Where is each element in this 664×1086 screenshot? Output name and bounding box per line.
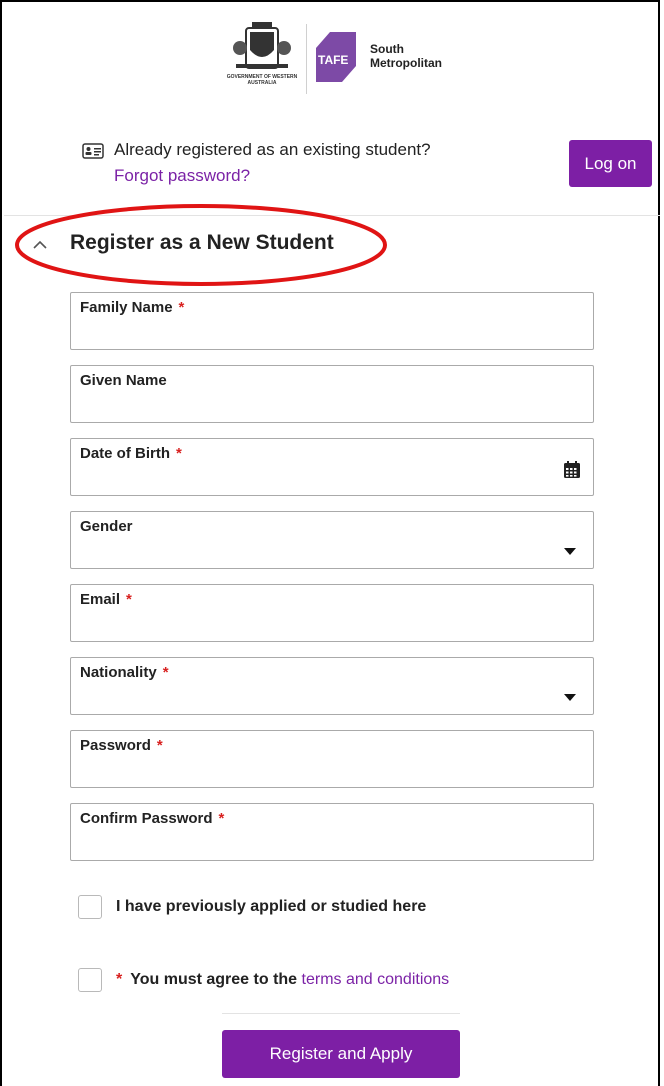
gender-label: Gender bbox=[80, 518, 133, 535]
caret-down-icon bbox=[564, 694, 576, 701]
family-name-input[interactable] bbox=[80, 323, 560, 345]
college-name: South Metropolitan bbox=[370, 42, 442, 70]
email-field[interactable]: Email * bbox=[70, 584, 594, 642]
caret-down-icon bbox=[564, 548, 576, 555]
required-asterisk: * bbox=[178, 299, 185, 316]
previously-applied-row: I have previously applied or studied her… bbox=[78, 895, 598, 921]
log-on-button[interactable]: Log on bbox=[569, 140, 652, 187]
email-input[interactable] bbox=[80, 615, 560, 637]
given-name-field[interactable]: Given Name bbox=[70, 365, 594, 423]
given-name-label: Given Name bbox=[80, 372, 167, 389]
red-ellipse-annotation bbox=[15, 204, 387, 286]
terms-checkbox[interactable] bbox=[78, 968, 102, 992]
required-asterisk: * bbox=[156, 737, 163, 754]
password-input[interactable] bbox=[80, 761, 560, 783]
family-name-field[interactable]: Family Name * bbox=[70, 292, 594, 350]
required-asterisk: * bbox=[218, 810, 225, 827]
logo-divider bbox=[306, 24, 307, 94]
id-card-icon bbox=[82, 143, 104, 159]
tafe-badge-text: TAFE bbox=[318, 53, 348, 67]
date-of-birth-input[interactable] bbox=[80, 469, 560, 491]
required-asterisk: * bbox=[176, 445, 182, 462]
password-label: Password * bbox=[80, 737, 163, 754]
required-asterisk: * bbox=[162, 664, 169, 681]
required-asterisk: * bbox=[126, 591, 132, 608]
family-name-label: Family Name * bbox=[80, 299, 185, 316]
college-name-line2: Metropolitan bbox=[370, 56, 442, 70]
given-name-input[interactable] bbox=[80, 396, 560, 418]
previously-applied-label: I have previously applied or studied her… bbox=[116, 898, 427, 915]
college-name-line1: South bbox=[370, 42, 404, 56]
confirm-password-field[interactable]: Confirm Password * bbox=[70, 803, 594, 861]
email-label: Email * bbox=[80, 591, 132, 608]
gender-select[interactable]: Gender bbox=[70, 511, 594, 569]
calendar-icon[interactable] bbox=[563, 461, 581, 479]
divider bbox=[222, 1013, 460, 1014]
date-of-birth-label: Date of Birth * bbox=[80, 445, 182, 462]
nationality-select[interactable]: Nationality * bbox=[70, 657, 594, 715]
page-frame: GOVERNMENT OF WESTERN AUSTRALIA TAFE Sou… bbox=[0, 0, 660, 1086]
date-of-birth-field[interactable]: Date of Birth * bbox=[70, 438, 594, 496]
confirm-password-label: Confirm Password * bbox=[80, 810, 225, 827]
required-asterisk: * bbox=[116, 971, 123, 988]
terms-row: * You must agree to the terms and conditi… bbox=[78, 968, 598, 994]
tafe-logo: TAFE bbox=[316, 32, 356, 82]
government-logo-text: GOVERNMENT OF WESTERN AUSTRALIA bbox=[226, 74, 298, 86]
password-field[interactable]: Password * bbox=[70, 730, 594, 788]
terms-and-conditions-link[interactable]: terms and conditions bbox=[302, 971, 450, 988]
confirm-password-input[interactable] bbox=[80, 834, 560, 856]
terms-label: * You must agree to the terms and conditi… bbox=[116, 971, 450, 988]
register-and-apply-button[interactable]: Register and Apply bbox=[222, 1030, 460, 1078]
forgot-password-link[interactable]: Forgot password? bbox=[114, 166, 250, 186]
nationality-label: Nationality * bbox=[80, 664, 169, 681]
existing-student-text: Already registered as an existing studen… bbox=[114, 140, 431, 159]
previously-applied-checkbox[interactable] bbox=[78, 895, 102, 919]
header-logos: GOVERNMENT OF WESTERN AUSTRALIA TAFE Sou… bbox=[224, 22, 444, 102]
